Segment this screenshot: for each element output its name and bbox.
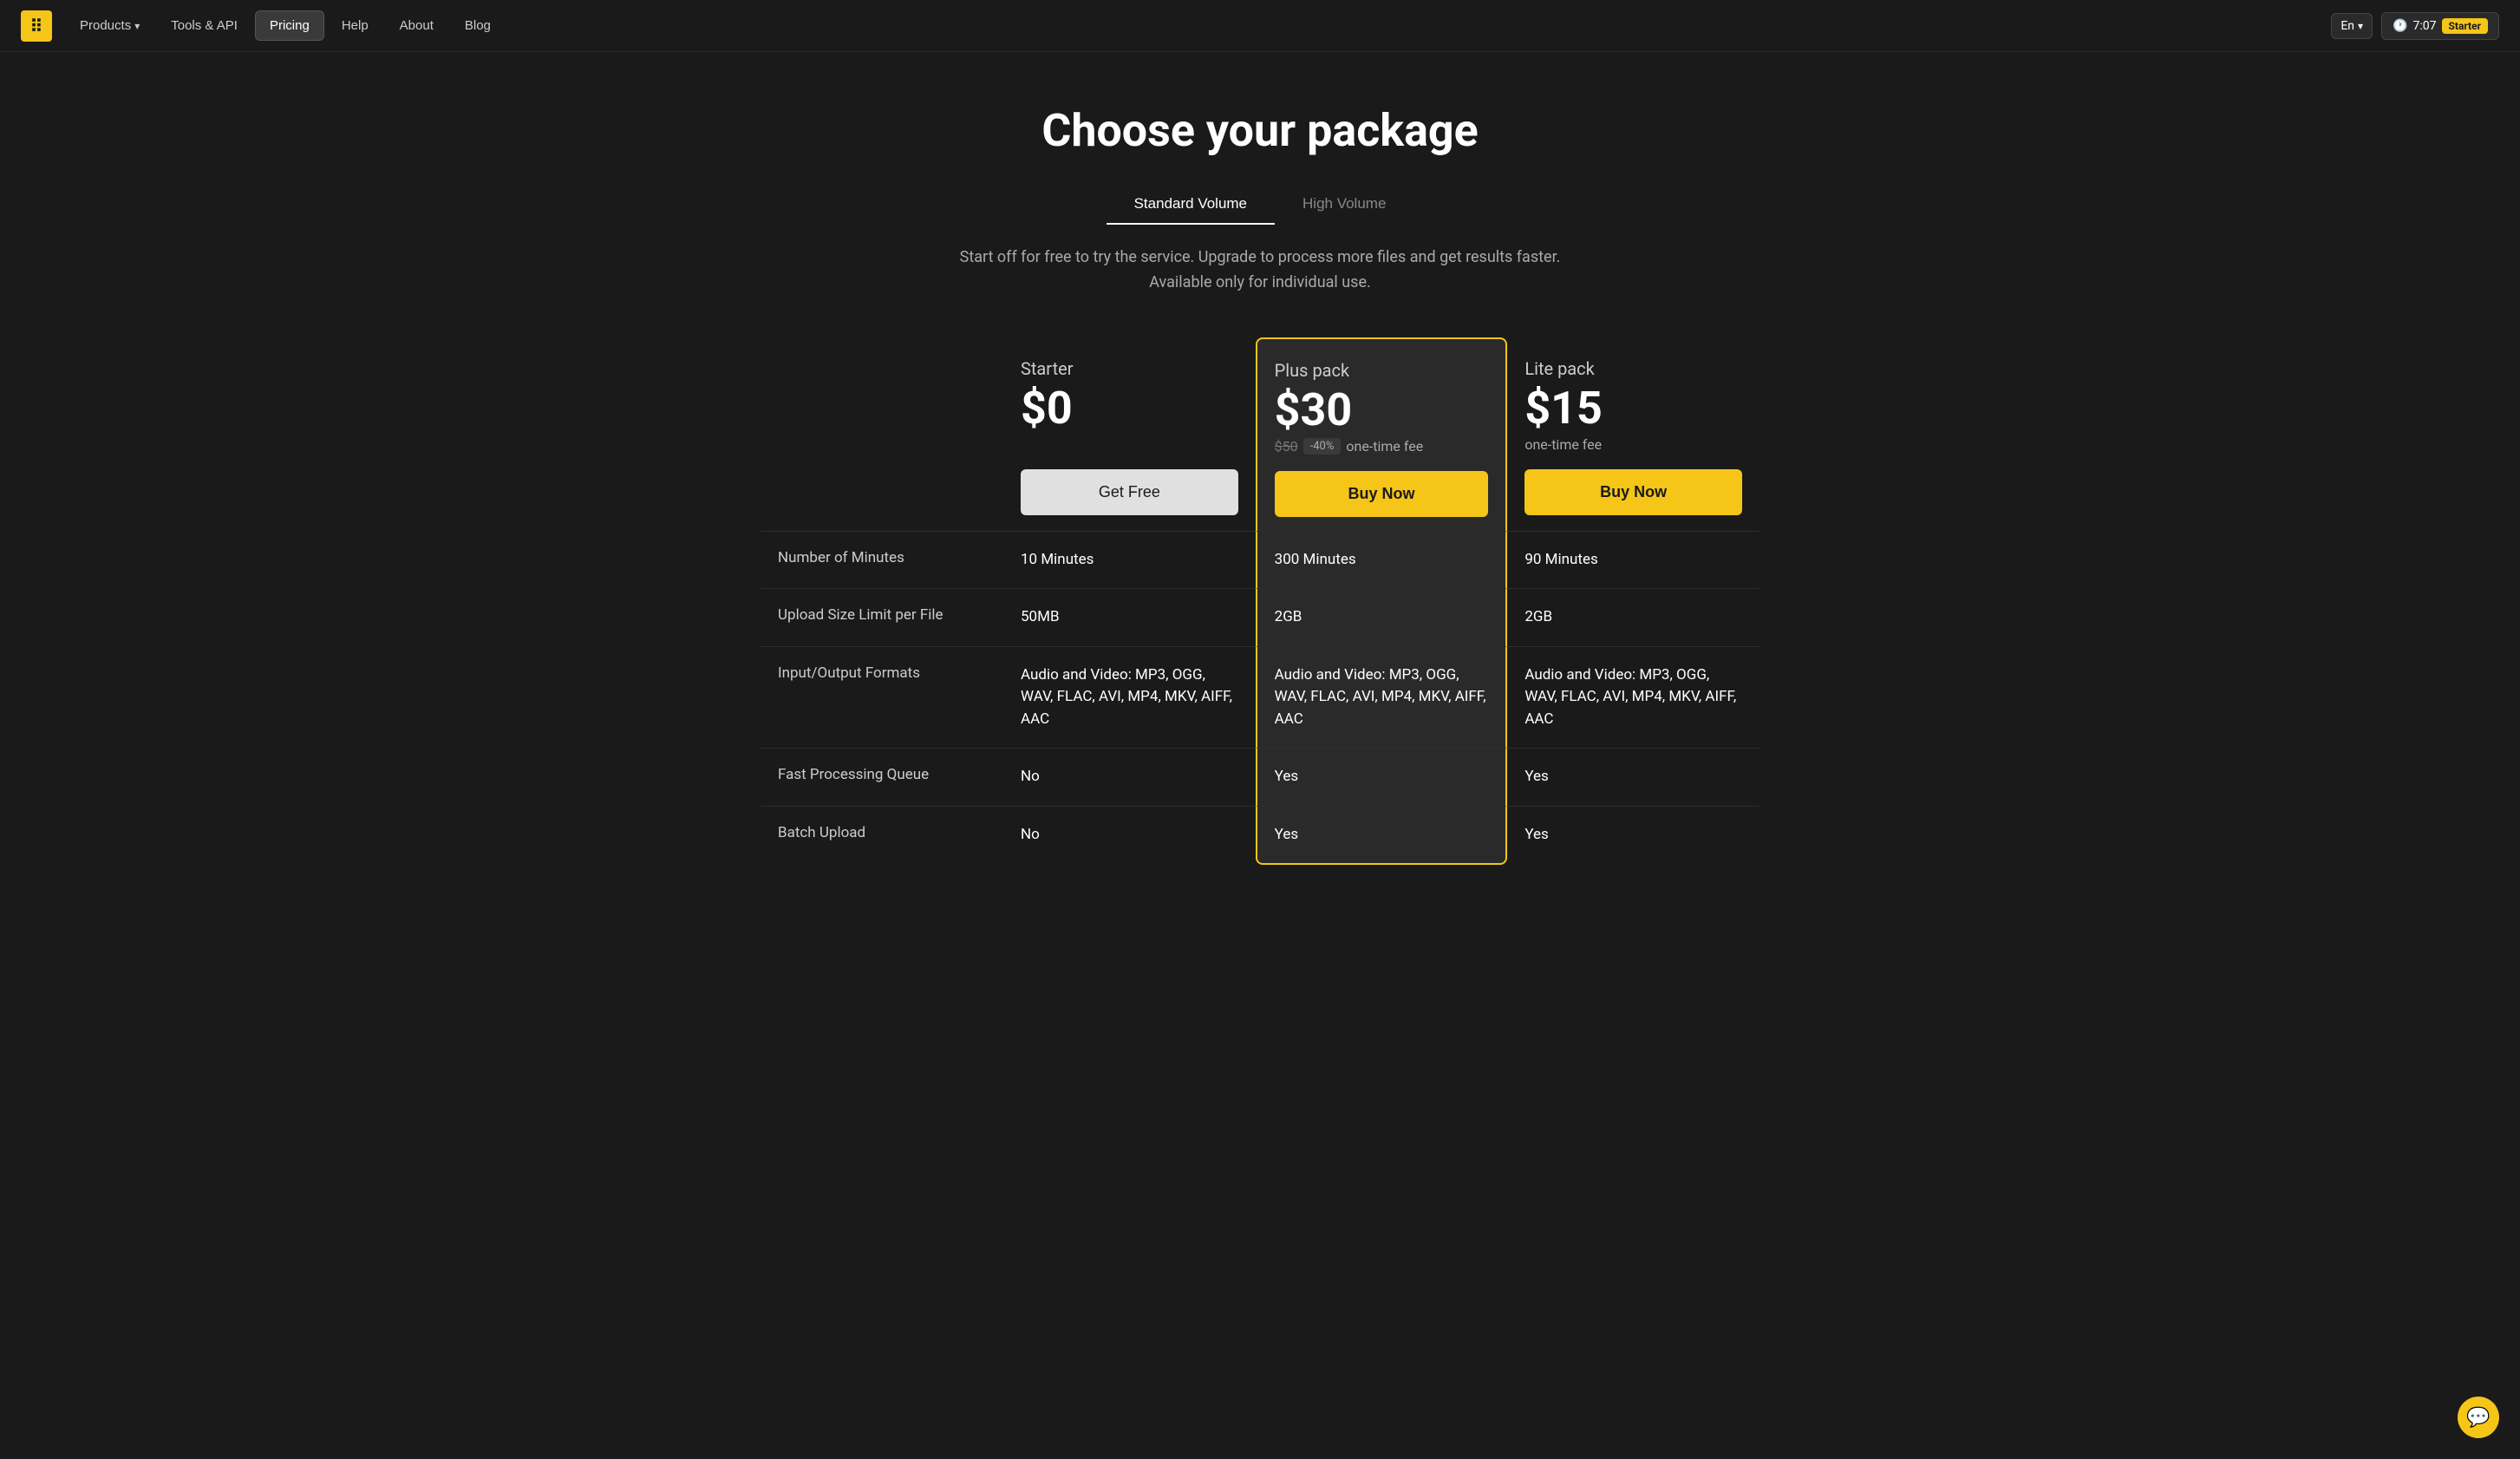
discount-badge-plus: -40% xyxy=(1303,438,1342,455)
plan-header-starter: Starter $0 Get Free xyxy=(1003,337,1256,531)
page-subtitle: Start off for free to try the service. U… xyxy=(956,245,1564,296)
price-original-plus: $50 xyxy=(1275,438,1298,455)
plan-name-starter: Starter xyxy=(1021,358,1238,379)
chat-icon: 💬 xyxy=(2466,1407,2490,1429)
feature-value-fast-queue-plus: Yes xyxy=(1256,748,1508,806)
language-selector[interactable]: En xyxy=(2331,13,2373,39)
plan-header-lite: Lite pack $15 one-time fee Buy Now xyxy=(1507,337,1759,531)
cta-plus[interactable]: Buy Now xyxy=(1275,471,1489,517)
price-details-plus: $50 -40% one-time fee xyxy=(1275,436,1489,457)
label-col-header xyxy=(761,337,1003,531)
page-title: Choose your package xyxy=(761,104,1759,157)
feature-value-minutes-plus: 300 Minutes xyxy=(1256,531,1508,589)
price-details-starter xyxy=(1021,435,1238,455)
feature-label-formats: Input/Output Formats xyxy=(761,646,1003,749)
tabs-container: Standard Volume High Volume xyxy=(761,185,1759,225)
price-details-lite: one-time fee xyxy=(1524,435,1742,455)
feature-value-upload-lite: 2GB xyxy=(1507,588,1759,646)
feature-label-batch: Batch Upload xyxy=(761,806,1003,866)
feature-value-batch-lite: Yes xyxy=(1507,806,1759,866)
feature-value-fast-queue-lite: Yes xyxy=(1507,748,1759,806)
feature-label-minutes: Number of Minutes xyxy=(761,531,1003,589)
feature-value-formats-plus: Audio and Video: MP3, OGG, WAV, FLAC, AV… xyxy=(1256,646,1508,749)
feature-label-fast-queue: Fast Processing Queue xyxy=(761,748,1003,806)
plan-name-plus: Plus pack xyxy=(1275,360,1489,381)
feature-value-minutes-lite: 90 Minutes xyxy=(1507,531,1759,589)
feature-value-minutes-starter: 10 Minutes xyxy=(1003,531,1256,589)
nav-right: En 🕐 7:07 Starter xyxy=(2331,12,2499,40)
main-content: Choose your package Standard Volume High… xyxy=(740,52,1780,934)
feature-label-upload: Upload Size Limit per File xyxy=(761,588,1003,646)
plan-price-lite: $15 xyxy=(1524,386,1742,431)
nav-help[interactable]: Help xyxy=(328,11,382,40)
pricing-table: Starter $0 Get Free Plus pack $30 $50 -4… xyxy=(761,337,1759,866)
nav-tools-api[interactable]: Tools & API xyxy=(157,11,251,40)
plan-header-plus: Plus pack $30 $50 -40% one-time fee Buy … xyxy=(1256,337,1508,531)
feature-value-formats-starter: Audio and Video: MP3, OGG, WAV, FLAC, AV… xyxy=(1003,646,1256,749)
feature-value-batch-starter: No xyxy=(1003,806,1256,866)
chat-button[interactable]: 💬 xyxy=(2458,1397,2499,1438)
lang-dropdown-icon xyxy=(2358,19,2363,33)
navbar: ⠿ Products Tools & API Pricing Help Abou… xyxy=(0,0,2520,52)
feature-value-upload-plus: 2GB xyxy=(1256,588,1508,646)
feature-value-fast-queue-starter: No xyxy=(1003,748,1256,806)
tab-standard[interactable]: Standard Volume xyxy=(1107,185,1275,225)
nav-links: Products Tools & API Pricing Help About … xyxy=(66,10,2331,41)
nav-pricing[interactable]: Pricing xyxy=(255,10,324,41)
feature-value-formats-lite: Audio and Video: MP3, OGG, WAV, FLAC, AV… xyxy=(1507,646,1759,749)
cta-lite[interactable]: Buy Now xyxy=(1524,469,1742,515)
timer-badge: 🕐 7:07 Starter xyxy=(2381,12,2499,40)
logo[interactable]: ⠿ xyxy=(21,10,52,42)
plan-name-lite: Lite pack xyxy=(1524,358,1742,379)
price-suffix-plus: one-time fee xyxy=(1346,438,1423,455)
products-dropdown-icon xyxy=(134,18,140,33)
plan-price-plus: $30 xyxy=(1275,388,1489,433)
tab-high-volume[interactable]: High Volume xyxy=(1275,185,1413,225)
nav-about[interactable]: About xyxy=(386,11,447,40)
price-suffix-lite: one-time fee xyxy=(1524,436,1602,453)
plan-badge: Starter xyxy=(2442,18,2489,34)
logo-icon: ⠿ xyxy=(30,16,43,36)
nav-products[interactable]: Products xyxy=(66,11,153,40)
clock-icon: 🕐 xyxy=(2393,19,2407,33)
nav-blog[interactable]: Blog xyxy=(451,11,505,40)
cta-starter[interactable]: Get Free xyxy=(1021,469,1238,515)
plan-price-starter: $0 xyxy=(1021,386,1238,431)
feature-value-batch-plus: Yes xyxy=(1256,806,1508,866)
feature-value-upload-starter: 50MB xyxy=(1003,588,1256,646)
